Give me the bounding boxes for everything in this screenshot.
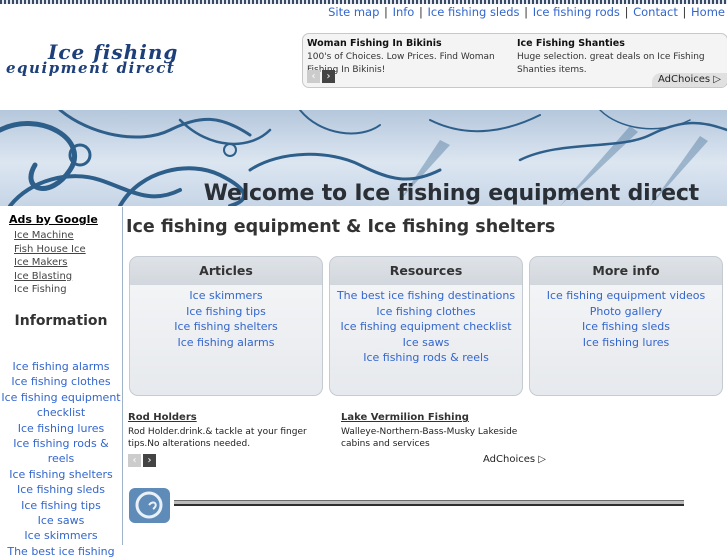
nav-ice-fishing-sleds[interactable]: Ice fishing sleds	[428, 5, 520, 19]
more-info-link[interactable]: Ice fishing sleds	[582, 320, 670, 333]
bottom-adchoices-button[interactable]: AdChoices ▷	[483, 454, 546, 465]
sidebar-ad-link[interactable]: Ice Makers	[14, 256, 86, 270]
resources-box: Resources The best ice fishing destinati…	[329, 256, 523, 396]
sidebar-item-shelters[interactable]: Ice fishing shelters	[0, 467, 122, 482]
information-links: Ice fishing alarms Ice fishing clothes I…	[0, 359, 122, 559]
nav-info[interactable]: Info	[393, 5, 415, 19]
bottom-ad-unit: Rod Holders Rod Holder.drink.& tackle at…	[128, 412, 548, 470]
adchoices-icon: ▷	[538, 454, 546, 465]
nav-home[interactable]: Home	[691, 5, 725, 19]
article-link[interactable]: Ice skimmers	[189, 289, 262, 302]
prev-arrow-icon[interactable]: ‹	[307, 70, 320, 83]
footer-divider	[174, 500, 684, 506]
sidebar-ad-link[interactable]: Fish House Ice	[14, 243, 86, 257]
sidebar-item-ice-fishing-alarms[interactable]: Ice fishing alarms	[0, 359, 122, 374]
sidebar-item-tips[interactable]: Ice fishing tips	[0, 498, 122, 513]
more-info-heading: More info	[592, 263, 660, 278]
article-link[interactable]: Ice fishing shelters	[174, 320, 278, 333]
top-navigation: Site map | Info | Ice fishing sleds | Ic…	[328, 5, 725, 19]
footer-swirl-icon	[129, 488, 170, 523]
more-info-link[interactable]: Ice fishing equipment videos	[547, 289, 706, 302]
resource-link[interactable]: Ice fishing clothes	[376, 305, 475, 318]
nav-ice-fishing-rods[interactable]: Ice fishing rods	[533, 5, 620, 19]
articles-heading: Articles	[199, 263, 253, 278]
next-arrow-icon[interactable]: ›	[143, 454, 156, 467]
banner-title: Welcome to Ice fishing equipment direct	[203, 181, 700, 206]
header-banner: Welcome to Ice fishing equipment direct	[0, 110, 727, 206]
nav-separator: |	[682, 5, 687, 19]
bottom-ad-2[interactable]: Lake Vermilion Fishing Walleye-Northern-…	[341, 412, 546, 451]
page-title: Ice fishing equipment & Ice fishing shel…	[126, 217, 556, 237]
nav-site-map[interactable]: Site map	[328, 5, 379, 19]
resource-link[interactable]: Ice saws	[403, 336, 450, 349]
top-ad-pager: ‹ ›	[307, 70, 337, 87]
bottom-ad-pager: ‹ ›	[128, 454, 158, 473]
site-logo[interactable]: Ice fishing equipment direct	[6, 40, 191, 80]
top-ad-1-title[interactable]: Woman Fishing In Bikinis	[307, 37, 507, 50]
information-heading: Information	[14, 313, 108, 329]
article-link[interactable]: Ice fishing alarms	[177, 336, 274, 349]
sidebar-item-sleds[interactable]: Ice fishing sleds	[0, 482, 122, 497]
resources-heading: Resources	[389, 263, 463, 278]
more-info-box: More info Ice fishing equipment videos P…	[529, 256, 723, 396]
ads-by-google-label[interactable]: Ads by Google	[9, 213, 98, 226]
top-ad-2-title[interactable]: Ice Fishing Shanties	[517, 37, 717, 50]
sidebar-item-ice-saws[interactable]: Ice saws	[0, 513, 122, 528]
bottom-ad-2-title[interactable]: Lake Vermilion Fishing	[341, 412, 546, 425]
top-ad-2[interactable]: Ice Fishing Shanties Huge selection. gre…	[517, 34, 717, 77]
next-arrow-icon[interactable]: ›	[322, 70, 335, 83]
adchoices-label: AdChoices	[658, 74, 711, 85]
articles-box: Articles Ice skimmers Ice fishing tips I…	[129, 256, 323, 396]
sidebar-item-best-ice-fishing[interactable]: The best ice fishing	[0, 544, 122, 559]
more-info-link[interactable]: Ice fishing lures	[583, 336, 670, 349]
nav-separator: |	[624, 5, 629, 19]
adchoices-icon: ▷	[713, 74, 721, 85]
nav-contact[interactable]: Contact	[633, 5, 678, 19]
sidebar-item-ice-fishing-clothes[interactable]: Ice fishing clothes	[0, 374, 122, 389]
more-info-link[interactable]: Photo gallery	[590, 305, 663, 318]
nav-separator: |	[524, 5, 529, 19]
left-sidebar: Ads by Google Ice Machine Fish House Ice…	[0, 207, 123, 558]
top-border-stripe	[0, 0, 727, 4]
adchoices-label: AdChoices	[483, 454, 536, 465]
logo-line-2: equipment direct	[6, 59, 176, 77]
bottom-ad-1-title[interactable]: Rod Holders	[128, 412, 333, 425]
resource-link[interactable]: Ice fishing rods & reels	[363, 351, 489, 364]
prev-arrow-icon[interactable]: ‹	[128, 454, 141, 467]
adchoices-button[interactable]: AdChoices ▷	[652, 73, 727, 87]
article-link[interactable]: Ice fishing tips	[186, 305, 266, 318]
top-ad-1[interactable]: Woman Fishing In Bikinis 100's of Choice…	[307, 34, 507, 77]
bottom-ad-2-text: Walleye-Northern-Bass-Musky Lakeside cab…	[341, 426, 518, 450]
nav-separator: |	[384, 5, 388, 19]
top-ad-2-text: Huge selection. great deals on Ice Fishi…	[517, 52, 705, 75]
sidebar-item-ice-skimmers[interactable]: Ice skimmers	[0, 528, 122, 543]
bottom-ad-1-text: Rod Holder.drink.& tackle at your finger…	[128, 426, 307, 450]
bottom-ad-1[interactable]: Rod Holders Rod Holder.drink.& tackle at…	[128, 412, 333, 451]
resource-link[interactable]: The best ice fishing destinations	[337, 289, 515, 302]
sidebar-item-rods-reels[interactable]: Ice fishing rods & reels	[0, 436, 122, 467]
top-ad-unit: Woman Fishing In Bikinis 100's of Choice…	[302, 33, 727, 88]
sidebar-ad-links: Ice Machine Fish House Ice Ice Makers Ic…	[14, 229, 86, 297]
sidebar-item-ice-fishing-lures[interactable]: Ice fishing lures	[0, 421, 122, 436]
nav-separator: |	[419, 5, 423, 19]
sidebar-ad-link[interactable]: Ice Blasting	[14, 270, 86, 284]
sidebar-ad-link[interactable]: Ice Machine	[14, 229, 86, 243]
sidebar-item-equipment-checklist[interactable]: Ice fishing equipment checklist	[0, 390, 122, 421]
sidebar-ad-link[interactable]: Ice Fishing	[14, 283, 86, 297]
resource-link[interactable]: Ice fishing equipment checklist	[340, 320, 511, 333]
